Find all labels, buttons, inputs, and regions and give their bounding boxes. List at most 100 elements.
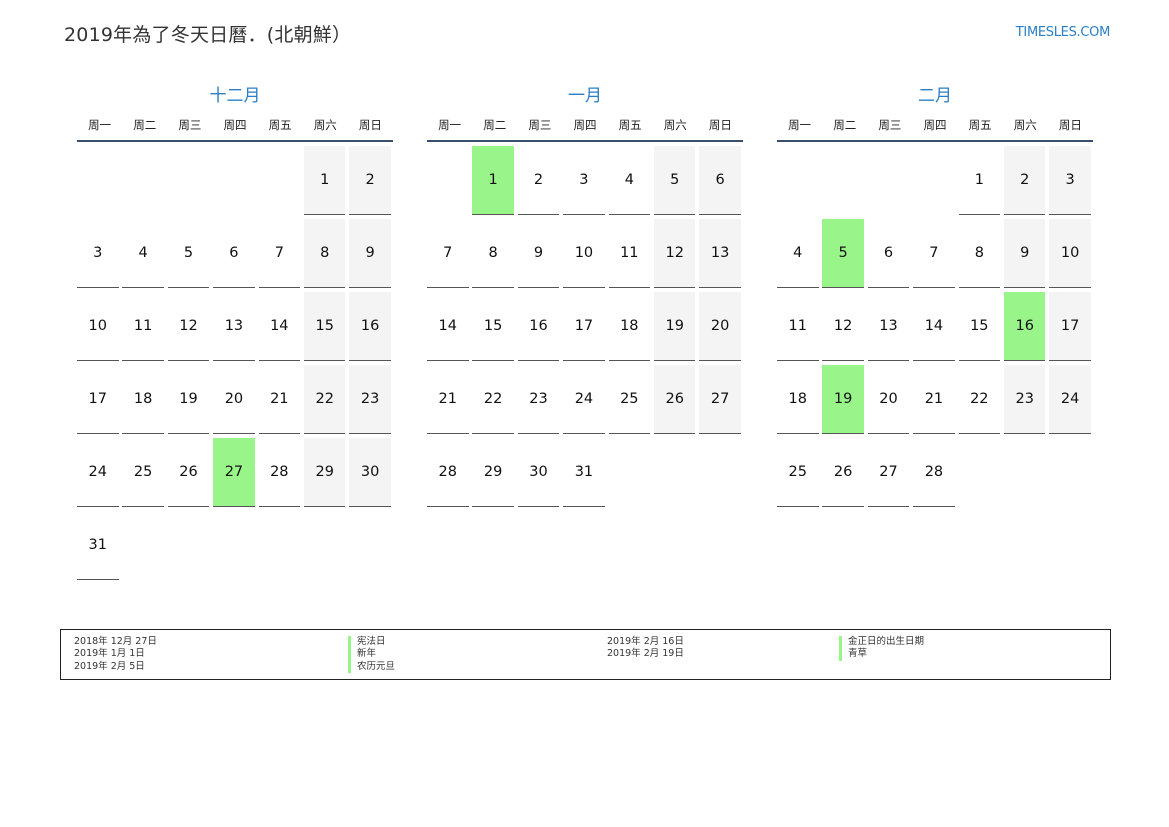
day-cell: 11 — [122, 292, 164, 361]
day-cell: 17 — [1049, 292, 1091, 361]
day-cell: 3 — [77, 219, 119, 288]
day-cell: 14 — [427, 292, 469, 361]
day-cell: 23 — [517, 365, 560, 434]
holiday-legend: 2018年 12月 27日 2019年 1月 1日 2019年 2月 5日 宪法… — [60, 629, 1111, 680]
legend-date: 2019年 2月 5日 — [74, 660, 145, 672]
holiday-day-cell: 19 — [822, 365, 864, 434]
month-title: 二月 — [918, 86, 952, 106]
day-cell: 24 — [77, 438, 119, 507]
month-december: 十二月 周一 周二 周三 周四 周五 周六 周日 1 2 3 4 5 6 7 8 9 10 11 12 13 14 15… — [77, 84, 393, 584]
day-cell: 7 — [258, 219, 301, 288]
day-cell: 11 — [777, 292, 819, 361]
day-cell: 29 — [472, 438, 514, 507]
day-grid: 1 2 3 4 5 6 7 8 9 10 11 12 13 14 15 16 17 18 19 20 21 22 23 24 2… — [427, 146, 743, 511]
day-cell: 10 — [77, 292, 119, 361]
legend-dates-left: 2018年 12月 27日 2019年 1月 1日 2019年 2月 5日 — [74, 636, 157, 673]
legend-holiday-name: 金正日的出生日期 — [839, 636, 924, 649]
day-cell: 21 — [427, 365, 469, 434]
legend-dates-right: 2019年 2月 16日 2019年 2月 19日 — [607, 636, 684, 661]
day-cell: 26 — [822, 438, 864, 507]
weekday-label: 周五 — [618, 118, 642, 132]
weekday-header: 周一 周二 周三 周四 周五 周六 周日 — [77, 108, 393, 142]
weekday-header: 周一 周二 周三 周四 周五 周六 周日 — [427, 108, 743, 142]
day-cell: 10 — [1049, 219, 1091, 288]
weekday-label: 周四 — [223, 118, 247, 132]
empty-cell — [77, 146, 119, 219]
day-cell: 22 — [958, 365, 1001, 434]
weekday-label: 周六 — [313, 118, 337, 132]
weekday-label: 周二 — [833, 118, 857, 132]
holiday-day-cell: 16 — [1003, 292, 1046, 361]
empty-cell — [213, 146, 255, 219]
day-cell: 25 — [608, 365, 651, 434]
day-cell: 6 — [867, 219, 910, 288]
day-cell: 23 — [1003, 365, 1046, 434]
day-cell: 30 — [349, 438, 391, 507]
month-title: 十二月 — [209, 86, 261, 106]
day-cell: 6 — [699, 146, 741, 215]
weekday-label: 周一 — [438, 118, 462, 132]
weekday-label: 周五 — [968, 118, 992, 132]
month-january: 一月 周一 周二 周三 周四 周五 周六 周日 1 2 3 4 5 6 7 8 9 10 11 12 13 14 15 1… — [427, 84, 743, 511]
day-cell: 15 — [472, 292, 514, 361]
day-cell: 13 — [867, 292, 910, 361]
day-cell: 20 — [699, 292, 741, 361]
day-cell: 4 — [608, 146, 651, 215]
weekday-label: 周日 — [708, 118, 732, 132]
holiday-day-cell: 1 — [472, 146, 514, 215]
day-cell: 21 — [258, 365, 301, 434]
empty-cell — [259, 146, 301, 219]
legend-date: 2019年 1月 1日 — [74, 648, 145, 660]
legend-names-left: 宪法日 新年 农历元旦 — [348, 636, 395, 673]
weekday-label: 周四 — [923, 118, 947, 132]
weekday-label: 周三 — [178, 118, 202, 132]
holiday-day-cell: 27 — [213, 438, 255, 507]
day-cell: 29 — [303, 438, 346, 507]
weekday-label: 周三 — [528, 118, 552, 132]
day-cell: 12 — [653, 219, 696, 288]
weekday-label: 周二 — [133, 118, 157, 132]
day-cell: 16 — [517, 292, 560, 361]
weekday-label: 周二 — [483, 118, 507, 132]
day-cell: 28 — [258, 438, 301, 507]
weekday-label: 周日 — [1058, 118, 1082, 132]
day-cell: 21 — [913, 365, 955, 434]
day-cell: 12 — [822, 292, 864, 361]
day-cell: 20 — [867, 365, 910, 434]
day-cell: 3 — [563, 146, 605, 215]
empty-cell — [427, 146, 469, 219]
day-cell: 1 — [958, 146, 1001, 215]
day-cell: 28 — [913, 438, 955, 507]
day-cell: 27 — [867, 438, 910, 507]
day-cell: 9 — [1003, 219, 1046, 288]
legend-names-right: 金正日的出生日期 青草 — [839, 636, 924, 661]
day-cell: 1 — [303, 146, 346, 215]
month-title: 一月 — [568, 86, 602, 106]
day-cell: 24 — [1049, 365, 1091, 434]
legend-holiday-name: 新年 — [348, 648, 395, 661]
day-cell: 8 — [472, 219, 514, 288]
day-cell: 23 — [349, 365, 391, 434]
day-cell: 2 — [349, 146, 391, 215]
legend-holiday-name: 青草 — [839, 648, 924, 661]
legend-holiday-name: 宪法日 — [348, 636, 395, 649]
weekday-label: 周六 — [663, 118, 687, 132]
day-cell: 15 — [958, 292, 1001, 361]
legend-date: 2019年 2月 19日 — [607, 648, 684, 660]
empty-cell — [913, 146, 955, 219]
weekday-label: 周三 — [878, 118, 902, 132]
day-cell: 2 — [1003, 146, 1046, 215]
day-cell: 18 — [122, 365, 164, 434]
site-link[interactable]: TIMESLES.COM — [1016, 25, 1111, 40]
day-cell: 18 — [777, 365, 819, 434]
weekday-label: 周一 — [88, 118, 112, 132]
day-cell: 9 — [349, 219, 391, 288]
empty-cell — [168, 146, 210, 219]
day-cell: 17 — [77, 365, 119, 434]
empty-cell — [777, 146, 819, 219]
weekday-label: 周四 — [573, 118, 597, 132]
day-cell: 26 — [653, 365, 696, 434]
legend-date: 2018年 12月 27日 — [74, 636, 157, 647]
day-cell: 18 — [608, 292, 651, 361]
day-cell: 16 — [349, 292, 391, 361]
